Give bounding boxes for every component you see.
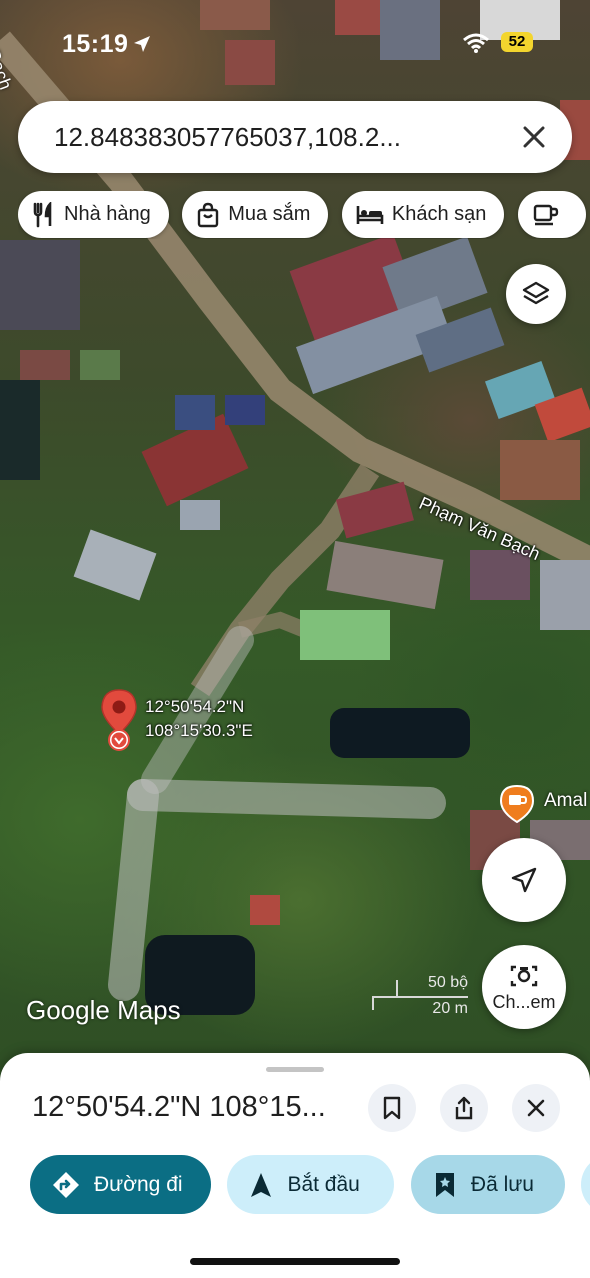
close-icon[interactable] <box>518 121 550 153</box>
saved-label: Đã lưu <box>470 1172 534 1196</box>
category-chips: Nhà hàng Mua sắm Khách sạn <box>18 191 590 239</box>
pin-coordinates: 12°50'54.2"N 108°15'30.3"E <box>145 695 253 743</box>
battery-indicator: 52 <box>501 32 533 52</box>
start-label: Bắt đầu <box>287 1172 360 1196</box>
map-scale: 50 bộ 20 m <box>372 974 468 1024</box>
saved-button[interactable]: Đã lưu <box>410 1155 565 1214</box>
navigation-arrow-icon <box>511 867 537 893</box>
chip-hotels[interactable]: Khách sạn <box>341 191 505 238</box>
search-query[interactable]: 12.848383057765037,108.2... <box>54 122 401 153</box>
navigation-arrow-icon <box>251 1172 272 1197</box>
pin-longitude: 108°15'30.3"E <box>145 721 253 740</box>
chip-label: Khách sạn <box>391 203 487 225</box>
close-icon <box>527 1099 545 1117</box>
directions-icon <box>53 1171 79 1198</box>
location-arrow-icon <box>134 36 150 52</box>
close-sheet-button[interactable] <box>512 1084 560 1132</box>
shopping-bag-icon <box>198 202 219 227</box>
chip-restaurants[interactable]: Nhà hàng <box>18 191 169 238</box>
action-row: Đường đi Bắt đầu Đã lưu <box>30 1155 590 1215</box>
coffee-cup-icon <box>533 204 559 225</box>
start-button[interactable]: Bắt đầu <box>227 1155 395 1214</box>
pin-latitude: 12°50'54.2"N <box>145 697 245 716</box>
share-icon <box>455 1096 473 1120</box>
layers-button[interactable] <box>506 264 566 324</box>
sheet-handle[interactable] <box>266 1067 324 1072</box>
more-actions-button[interactable] <box>581 1155 590 1214</box>
layers-icon <box>522 281 550 305</box>
status-bar: 15:19 52 <box>0 26 590 66</box>
satellite-map[interactable]: 15:19 52 Bạch 12.848383057765037,108.2..… <box>0 0 590 1080</box>
dropped-pin-icon[interactable] <box>99 688 139 752</box>
wifi-icon <box>463 33 489 53</box>
camera-icon <box>510 965 538 986</box>
chip-cafe[interactable] <box>517 191 586 238</box>
search-bar[interactable]: 12.848383057765037,108.2... <box>18 101 572 173</box>
chip-label: Nhà hàng <box>64 203 151 225</box>
home-indicator <box>190 1258 400 1265</box>
bookmark-icon <box>383 1096 401 1120</box>
scale-meters: 20 m <box>432 1000 468 1017</box>
share-button[interactable] <box>440 1084 488 1132</box>
directions-label: Đường đi <box>94 1172 183 1196</box>
cafe-poi-icon[interactable] <box>499 784 535 824</box>
street-view-button[interactable]: Ch...em <box>482 945 566 1029</box>
street-view-label: Ch...em <box>492 991 556 1012</box>
bookmark-icon <box>435 1172 454 1197</box>
chip-shopping[interactable]: Mua sắm <box>182 191 329 238</box>
save-button[interactable] <box>368 1084 416 1132</box>
google-maps-logo: Google Maps <box>26 995 181 1025</box>
status-time: 15:19 <box>62 30 129 58</box>
poi-label[interactable]: Amal <box>544 790 587 812</box>
restaurant-icon <box>33 201 52 227</box>
place-title: 12°50'54.2"N 108°15... <box>32 1091 326 1123</box>
directions-button[interactable]: Đường đi <box>30 1155 211 1214</box>
chip-label: Mua sắm <box>228 203 311 225</box>
place-sheet[interactable]: 12°50'54.2"N 108°15... Đường đi Bắt đầu … <box>0 1053 590 1278</box>
scale-feet: 50 bộ <box>427 974 468 991</box>
my-location-button[interactable] <box>482 838 566 922</box>
hotel-bed-icon <box>356 205 384 224</box>
